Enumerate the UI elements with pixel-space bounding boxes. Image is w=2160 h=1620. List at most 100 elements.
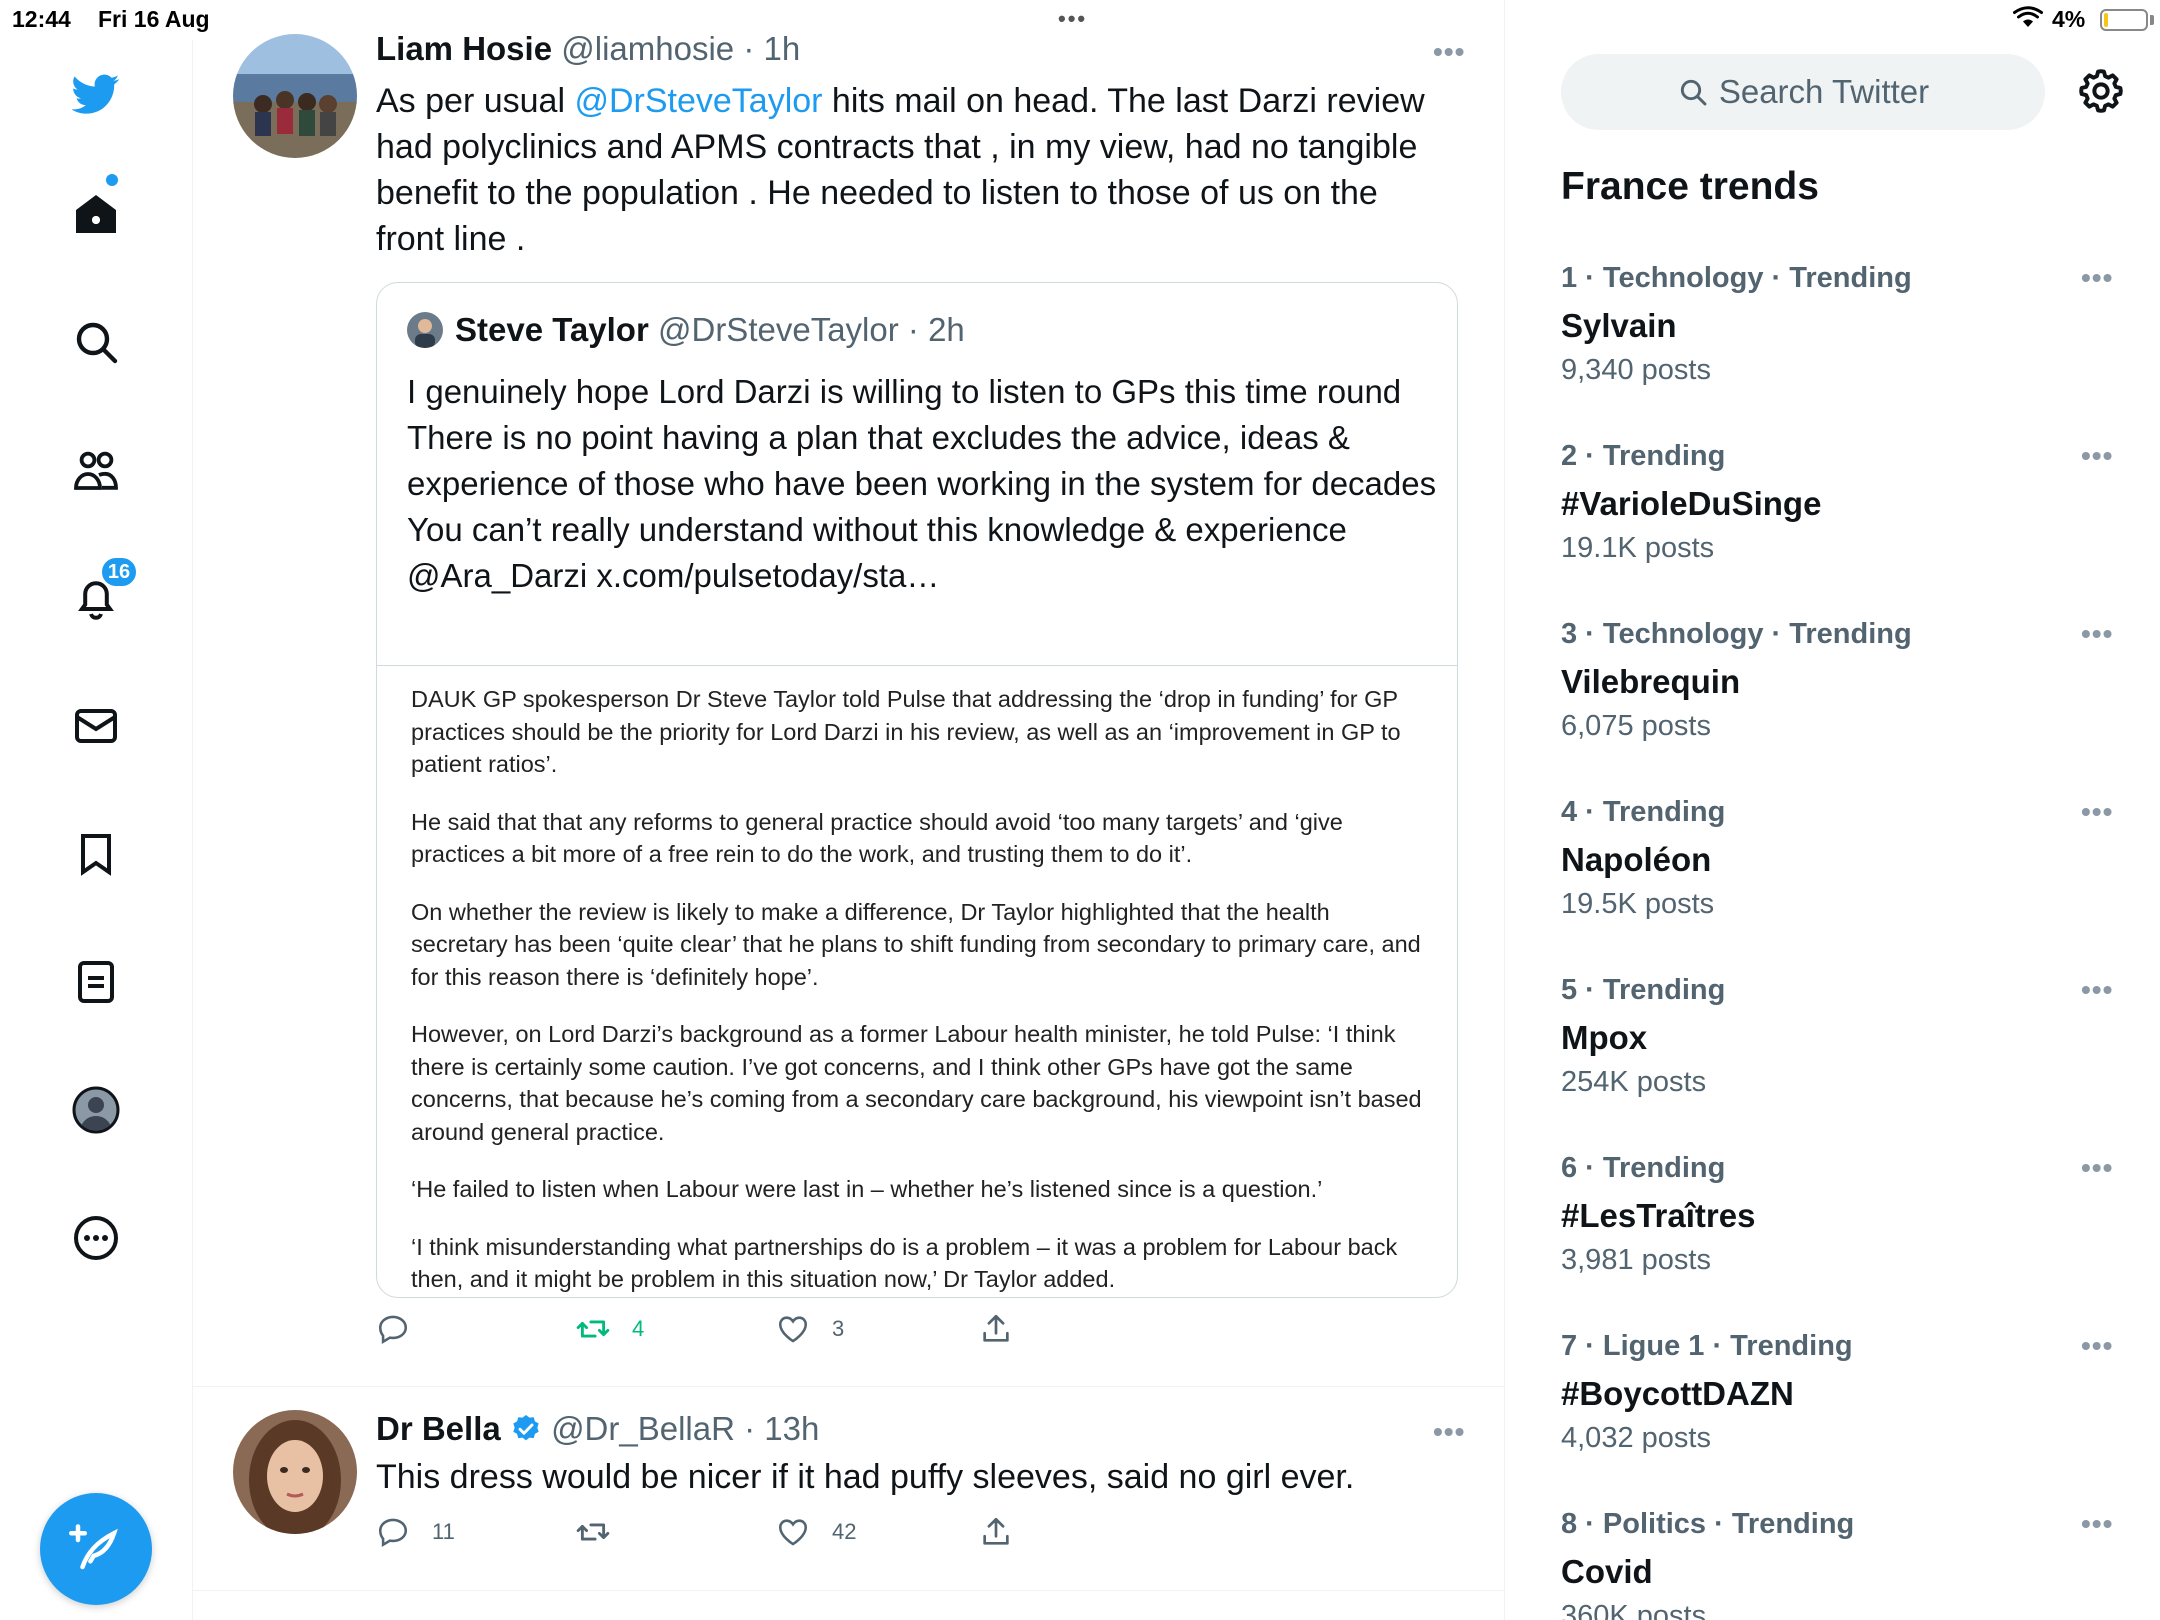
trend-name: Sylvain — [1561, 307, 1677, 344]
tweet-more-icon[interactable]: ••• — [1433, 36, 1465, 68]
author-handle[interactable]: @Dr_BellaR — [551, 1410, 735, 1447]
quoted-tweet-text: I genuinely hope Lord Darzi is willing t… — [407, 373, 1437, 594]
search-placeholder: Search Twitter — [1718, 73, 1930, 110]
retweet-count: 4 — [632, 1316, 645, 1341]
trend-meta: 7 · Ligue 1 · Trending — [1561, 1330, 1853, 1362]
trend-more-icon[interactable]: ••• — [2081, 1330, 2113, 1362]
quoted-avatar — [407, 312, 443, 348]
heart-icon — [778, 1519, 808, 1546]
retweet-icon — [576, 1523, 610, 1541]
trend-item[interactable]: 5 · Trending Mpox 254K posts ••• — [1561, 974, 2121, 1099]
tweet-text: As per usual @DrSteveTaylor hits mail on… — [376, 78, 1446, 262]
trend-meta: 2 · Trending — [1561, 440, 1726, 472]
trend-more-icon[interactable]: ••• — [2081, 440, 2113, 472]
notifications-badge: 16 — [100, 556, 138, 588]
trend-meta: 4 · Trending — [1561, 796, 1726, 828]
reply-count: 11 — [432, 1519, 455, 1544]
communities-icon[interactable] — [66, 440, 126, 500]
more-icon[interactable] — [66, 1208, 126, 1268]
like-count: 3 — [832, 1316, 845, 1341]
like-count: 42 — [832, 1519, 857, 1544]
article-paragraph: DAUK GP spokesperson Dr Steve Taylor tol… — [411, 686, 1401, 777]
quoted-header-separator: · — [907, 311, 919, 348]
trend-meta: 5 · Trending — [1561, 974, 1726, 1006]
trend-more-icon[interactable]: ••• — [2081, 1152, 2113, 1184]
verified-badge-icon — [513, 1415, 539, 1441]
right-sidebar: Search Twitter France trends 1 · Technol… — [1506, 0, 2160, 1620]
lists-icon[interactable] — [66, 952, 126, 1012]
author-name[interactable]: Dr Bella — [376, 1410, 501, 1447]
tweet-text-start: As per usual — [376, 82, 575, 120]
trend-count: 19.1K posts — [1561, 532, 1715, 564]
reply-button[interactable]: 11 — [376, 1515, 455, 1549]
share-button[interactable] — [979, 1312, 1035, 1346]
like-button[interactable]: 42 — [776, 1515, 856, 1549]
tweet-divider — [193, 1590, 1504, 1591]
trend-count: 3,981 posts — [1561, 1244, 1711, 1276]
tweet-text: This dress would be nicer if it had puff… — [376, 1458, 1355, 1496]
tweet-divider — [193, 1386, 1504, 1387]
bookmarks-icon[interactable] — [66, 824, 126, 884]
tweet-time[interactable]: 13h — [764, 1410, 819, 1447]
trend-item[interactable]: 3 · Technology · Trending Vilebrequin 6,… — [1561, 618, 2121, 743]
header-separator: · — [743, 30, 755, 67]
trend-name: #LesTraîtres — [1561, 1197, 1756, 1234]
profile-icon[interactable] — [66, 1080, 126, 1140]
share-icon — [983, 1314, 1009, 1342]
author-name[interactable]: Liam Hosie — [376, 30, 552, 67]
trend-item[interactable]: 7 · Ligue 1 · Trending #BoycottDAZN 4,03… — [1561, 1330, 2121, 1455]
trend-meta: 1 · Technology · Trending — [1561, 262, 1912, 294]
avatar[interactable] — [233, 34, 357, 158]
tweet-header: Liam Hosie @liamhosie · 1h — [376, 30, 800, 68]
search-icon[interactable] — [66, 312, 126, 372]
trend-more-icon[interactable]: ••• — [2081, 262, 2113, 294]
tweet-time[interactable]: 1h — [763, 30, 800, 67]
quoted-article-image[interactable]: DAUK GP spokesperson Dr Steve Taylor tol… — [411, 683, 1431, 1297]
settings-gear-icon[interactable] — [2076, 66, 2126, 116]
left-navigation: 16 — [0, 40, 193, 1620]
trend-name: #VarioleDuSinge — [1561, 485, 1822, 522]
article-paragraph: On whether the review is likely to make … — [411, 898, 1421, 990]
trends-title: France trends — [1561, 165, 1819, 208]
retweet-icon — [576, 1320, 610, 1338]
trend-name: #BoycottDAZN — [1561, 1375, 1794, 1412]
messages-icon[interactable] — [66, 696, 126, 756]
trend-more-icon[interactable]: ••• — [2081, 1508, 2113, 1540]
avatar[interactable] — [233, 1410, 357, 1534]
search-input[interactable]: Search Twitter — [1561, 54, 2045, 130]
mention-link[interactable]: @DrSteveTaylor — [574, 82, 822, 120]
search-icon — [1680, 79, 1707, 106]
trend-name: Mpox — [1561, 1019, 1648, 1056]
trend-count: 4,032 posts — [1561, 1422, 1711, 1454]
compose-tweet-button[interactable] — [40, 1493, 152, 1605]
tweet-actions: 11 42 — [376, 1515, 1076, 1555]
retweet-button[interactable]: 4 — [576, 1312, 644, 1346]
quoted-tweet-divider — [377, 665, 1457, 666]
reply-icon — [378, 1315, 408, 1345]
reply-button[interactable] — [376, 1312, 432, 1346]
trend-name: Vilebrequin — [1561, 663, 1741, 700]
share-button[interactable] — [979, 1515, 1035, 1549]
heart-icon — [778, 1316, 808, 1343]
tweet-actions: 4 3 — [376, 1312, 1076, 1352]
home-icon[interactable] — [66, 184, 126, 244]
trend-item[interactable]: 8 · Politics · Trending Covid 360K posts… — [1561, 1508, 2121, 1620]
trend-meta: 8 · Politics · Trending — [1561, 1508, 1855, 1540]
article-paragraph: ‘I think misunderstanding what partnersh… — [411, 1233, 1398, 1293]
quoted-tweet[interactable]: Steve Taylor @DrSteveTaylor · 2h I genui… — [376, 282, 1458, 1298]
trend-item[interactable]: 1 · Technology · Trending Sylvain 9,340 … — [1561, 262, 2121, 387]
tweet-more-icon[interactable]: ••• — [1433, 1416, 1465, 1448]
like-button[interactable]: 3 — [776, 1312, 844, 1346]
trend-item[interactable]: 6 · Trending #LesTraîtres 3,981 posts ••… — [1561, 1152, 2121, 1277]
reply-icon — [378, 1518, 408, 1548]
trend-more-icon[interactable]: ••• — [2081, 796, 2113, 828]
author-handle[interactable]: @liamhosie — [561, 30, 734, 67]
trend-more-icon[interactable]: ••• — [2081, 618, 2113, 650]
trend-item[interactable]: 4 · Trending Napoléon 19.5K posts ••• — [1561, 796, 2121, 921]
trend-name: Napoléon — [1561, 841, 1712, 878]
trend-item[interactable]: 2 · Trending #VarioleDuSinge 19.1K posts… — [1561, 440, 2121, 565]
quoted-author-handle: @DrSteveTaylor — [657, 311, 899, 348]
trend-more-icon[interactable]: ••• — [2081, 974, 2113, 1006]
retweet-button[interactable] — [576, 1515, 632, 1549]
twitter-logo-icon[interactable] — [66, 64, 126, 124]
